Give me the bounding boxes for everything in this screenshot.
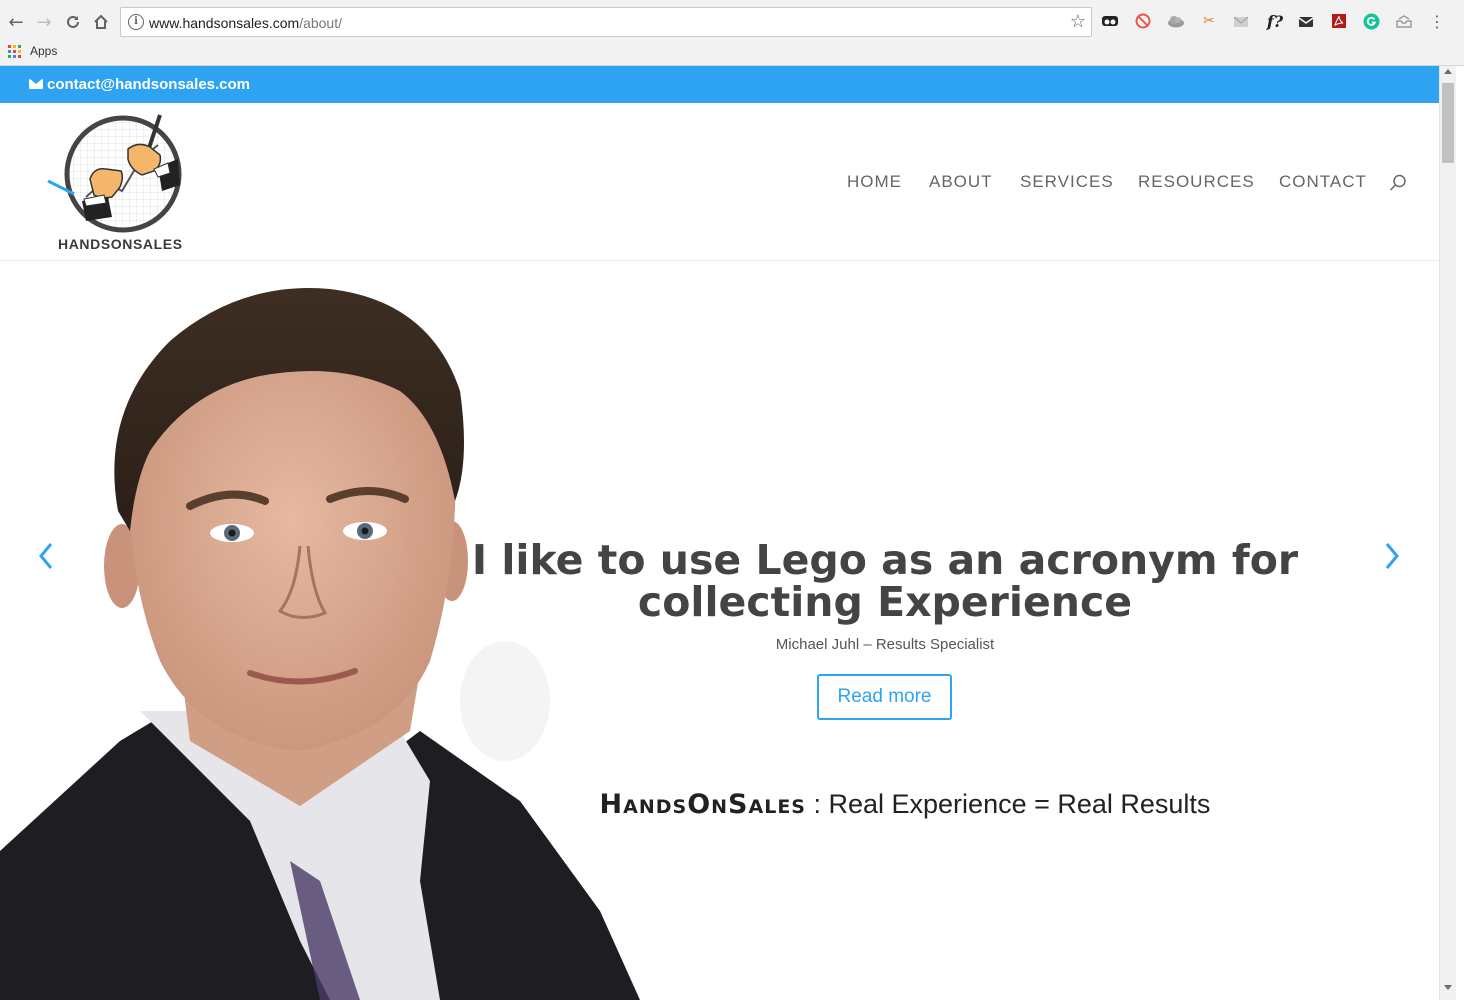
nav-services[interactable]: SERVICES: [1020, 172, 1114, 192]
tagline-text: : Real Experience = Real Results: [805, 789, 1211, 819]
home-icon[interactable]: [90, 11, 112, 33]
extension-font-icon[interactable]: f?: [1264, 12, 1286, 31]
page-scrollbar[interactable]: [1439, 66, 1456, 1000]
hero-quote: I like to use Lego as an acronym for col…: [470, 539, 1300, 623]
hero-tagline: HandsOnSales : Real Experience = Real Re…: [540, 789, 1270, 820]
nav-contact[interactable]: CONTACT: [1279, 172, 1367, 192]
nav-home[interactable]: HOME: [847, 172, 902, 192]
reload-icon[interactable]: [62, 11, 84, 33]
address-bar[interactable]: i www.handsonsales.com/about/ ☆: [120, 7, 1092, 37]
extension-inbox-icon[interactable]: [1395, 12, 1413, 30]
hero-quote-line2: collecting Experience: [637, 578, 1133, 626]
browser-toolbar: ← → i www.handsonsales.com/about/ ☆ ✂ f?…: [0, 0, 1464, 66]
extension-block-icon[interactable]: [1134, 12, 1152, 30]
bookmark-apps[interactable]: Apps: [30, 44, 57, 58]
scroll-down-icon[interactable]: [1444, 985, 1452, 990]
slider-next-icon[interactable]: [1380, 536, 1404, 576]
slider-prev-icon[interactable]: [34, 536, 58, 576]
contact-top-bar: contact@handsonsales.com: [0, 66, 1439, 103]
tagline-brand: HandsOnSales: [599, 789, 806, 820]
forward-icon[interactable]: →: [33, 11, 55, 33]
scroll-up-icon[interactable]: [1444, 69, 1452, 74]
envelope-icon: [29, 79, 43, 89]
extension-glasses-icon[interactable]: [1101, 12, 1119, 30]
nav-resources[interactable]: RESOURCES: [1138, 172, 1255, 192]
web-page: contact@handsonsales.com HANDSONSALES HO…: [0, 66, 1439, 1000]
read-more-button[interactable]: Read more: [817, 674, 952, 720]
site-header: HANDSONSALES HOME ABOUT SERVICES RESOURC…: [0, 103, 1439, 261]
search-icon[interactable]: [1389, 174, 1407, 192]
extension-pdf-icon[interactable]: [1330, 12, 1348, 30]
nav-about[interactable]: ABOUT: [929, 172, 993, 192]
bookmarks-bar: Apps: [8, 43, 57, 59]
hero-byline: Michael Juhl – Results Specialist: [775, 636, 995, 653]
contact-email-link[interactable]: contact@handsonsales.com: [47, 76, 250, 93]
extension-cloud-icon[interactable]: [1167, 12, 1185, 30]
extension-grammarly-icon[interactable]: [1362, 12, 1380, 30]
site-info-icon[interactable]: i: [128, 14, 144, 30]
logo-text[interactable]: HANDSONSALES: [58, 236, 183, 252]
back-icon[interactable]: ←: [5, 11, 27, 33]
extension-mail-icon[interactable]: [1232, 12, 1250, 30]
scroll-thumb[interactable]: [1442, 83, 1454, 163]
apps-icon[interactable]: [8, 44, 21, 58]
hero-slider: I like to use Lego as an acronym for col…: [0, 261, 1439, 1000]
bookmark-star-icon[interactable]: ☆: [1070, 11, 1086, 32]
extension-scissors-icon[interactable]: ✂: [1200, 12, 1218, 30]
portrait-photo: [0, 288, 640, 1000]
hero-quote-line1: I like to use Lego as an acronym for: [471, 536, 1299, 584]
browser-menu-icon[interactable]: ⋮: [1428, 12, 1446, 31]
extension-envelope-icon[interactable]: [1297, 12, 1315, 30]
address-url[interactable]: www.handsonsales.com/about/: [149, 15, 342, 31]
